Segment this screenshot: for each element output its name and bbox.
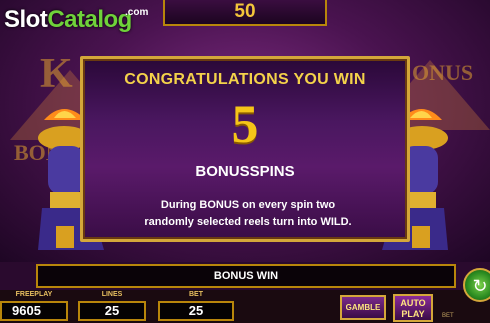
gamble-button[interactable]: GAMBLE: [340, 295, 386, 320]
freeplay-value: 9605: [0, 301, 68, 321]
freeplay-label: FREEPLAY: [15, 291, 53, 298]
popup-desc-line1: During BONUS on every spin two: [160, 199, 336, 211]
bet-field[interactable]: BET 25: [158, 291, 234, 323]
watermark-catalog: Catalog: [47, 6, 132, 33]
win-popup: CONGRATULATIONS YOU WIN 5 BONUSSPINS Dur…: [80, 56, 410, 242]
bet-value[interactable]: 25: [158, 301, 234, 321]
autoplay-button[interactable]: AUTO PLAY: [393, 294, 433, 322]
reel-symbol-k: K: [40, 51, 73, 97]
lines-field[interactable]: LINES 25: [78, 291, 146, 323]
autoplay-auto-label: AUTO: [400, 298, 426, 308]
bonus-win-bar: BONUS WIN: [36, 264, 456, 288]
watermark-slot: Slot: [4, 6, 48, 33]
watermark-com: .com: [125, 7, 149, 18]
top-counter: 50: [163, 0, 327, 26]
popup-description: During BONUS on every spin two randomly …: [123, 197, 373, 231]
spin-button[interactable]: ↻: [463, 268, 490, 302]
freeplay-field: FREEPLAY 9605: [0, 291, 68, 323]
lines-label: LINES: [101, 291, 123, 298]
bet-small-label: BET: [442, 313, 454, 319]
reel-symbol-onus: ONUS: [412, 60, 474, 85]
popup-desc-line2: randomly selected reels turn into WILD.: [144, 216, 352, 228]
bet-label: BET: [189, 291, 203, 298]
spin-icon: ↻: [472, 276, 488, 296]
autoplay-play-label: PLAY: [401, 309, 425, 319]
popup-subtitle: BONUSSPINS: [195, 163, 295, 180]
lines-value[interactable]: 25: [78, 301, 146, 321]
watermark-logo: SlotCatalog: [4, 6, 132, 34]
popup-title: CONGRATULATIONS YOU WIN: [124, 71, 366, 88]
popup-spin-count: 5: [231, 94, 259, 154]
